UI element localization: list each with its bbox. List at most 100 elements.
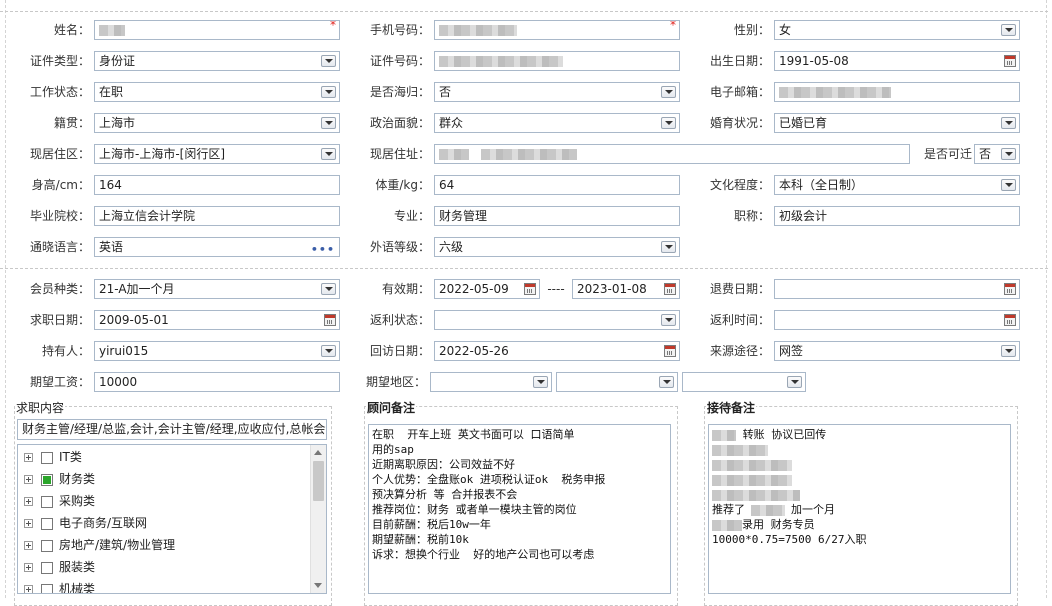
refund-date-field[interactable] [774, 279, 1020, 299]
relocate-select[interactable]: 否 [974, 144, 1020, 164]
more-options-icon[interactable]: ••• [311, 241, 335, 256]
source-select[interactable]: 网签 [774, 341, 1020, 361]
area-district-select[interactable] [682, 372, 806, 392]
checkbox-checked[interactable] [41, 473, 53, 486]
dropdown-arrow-icon[interactable] [321, 148, 336, 160]
native-place-select[interactable]: 上海市 [94, 113, 340, 133]
rebate-status-select[interactable] [434, 310, 680, 330]
dropdown-arrow-icon[interactable] [1001, 117, 1016, 129]
tree-item[interactable]: 服装类 [24, 558, 95, 576]
phone-field[interactable]: * [434, 20, 680, 40]
tree-scrollbar[interactable] [310, 445, 326, 593]
job-summary-field[interactable]: 财务主管/经理/总监,会计,会计主管/经理,应收应付,总帐会计 [17, 419, 327, 440]
calendar-icon[interactable] [324, 314, 336, 326]
name-field[interactable]: * [94, 20, 340, 40]
valid-from-field[interactable]: 2022-05-09 [434, 279, 540, 299]
salary-field[interactable]: 10000 [94, 372, 340, 392]
calendar-icon[interactable] [664, 345, 676, 357]
member-type-select[interactable]: 21-A加一个月 [94, 279, 340, 299]
calendar-icon[interactable] [664, 283, 676, 295]
political-select[interactable]: 群众 [434, 113, 680, 133]
marital-select[interactable]: 已婚已育 [774, 113, 1020, 133]
valid-period-label: 有效期： [381, 282, 430, 296]
checkbox[interactable] [41, 517, 53, 530]
gender-select[interactable]: 女 [774, 20, 1020, 40]
language-field[interactable]: 英语 ••• [94, 237, 340, 257]
dropdown-arrow-icon[interactable] [661, 241, 676, 253]
tree-item[interactable]: 机械类 [24, 580, 95, 593]
valid-to-field[interactable]: 2023-01-08 [572, 279, 680, 299]
calendar-icon[interactable] [524, 283, 536, 295]
major-field[interactable]: 财务管理 [434, 206, 680, 226]
dropdown-arrow-icon[interactable] [533, 376, 548, 388]
tree-item[interactable]: 采购类 [24, 492, 95, 510]
expand-icon[interactable] [24, 475, 33, 484]
scroll-down-icon[interactable] [314, 583, 322, 588]
work-status-select[interactable]: 在职 [94, 82, 340, 102]
dropdown-arrow-icon[interactable] [659, 376, 674, 388]
redacted-text [712, 474, 792, 486]
dropdown-arrow-icon[interactable] [321, 86, 336, 98]
tree-item[interactable]: 财务类 [24, 470, 95, 488]
holder-select[interactable]: yirui015 [94, 341, 340, 361]
dropdown-arrow-icon[interactable] [1001, 345, 1016, 357]
job-category-tree[interactable]: IT类 财务类 采购类 电子商务/互联网 房地产/建筑/物业管理 服装类 机械类 [17, 444, 327, 594]
height-field[interactable]: 164 [94, 175, 340, 195]
calendar-icon[interactable] [1004, 55, 1016, 67]
dropdown-arrow-icon[interactable] [321, 117, 336, 129]
dropdown-arrow-icon[interactable] [321, 345, 336, 357]
dropdown-arrow-icon[interactable] [661, 314, 676, 326]
dropdown-arrow-icon[interactable] [787, 376, 802, 388]
rebate-time-label: 返利时间： [709, 313, 770, 327]
tree-item[interactable]: IT类 [24, 448, 82, 466]
title-field[interactable]: 初级会计 [774, 206, 1020, 226]
gender-label: 性别： [733, 23, 770, 37]
residence-area-select[interactable]: 上海市-上海市-[闵行区] [94, 144, 340, 164]
checkbox[interactable] [41, 583, 53, 593]
expand-icon[interactable] [24, 497, 33, 506]
checkbox[interactable] [41, 539, 53, 552]
foreign-level-select[interactable]: 六级 [434, 237, 680, 257]
idtype-select[interactable]: 身份证 [94, 51, 340, 71]
dropdown-arrow-icon[interactable] [1001, 24, 1016, 36]
consultant-notes-textarea[interactable]: 在职 开车上班 英文书面可以 口语简单 用的sap 近期离职原因：公司效益不好 … [368, 424, 671, 594]
scroll-up-icon[interactable] [314, 450, 322, 455]
checkbox[interactable] [41, 495, 53, 508]
holder-label: 持有人： [41, 344, 90, 358]
expand-icon[interactable] [24, 541, 33, 550]
redacted-text [712, 519, 742, 531]
dropdown-arrow-icon[interactable] [661, 86, 676, 98]
school-field[interactable]: 上海立信会计学院 [94, 206, 340, 226]
expand-icon[interactable] [24, 563, 33, 572]
education-select[interactable]: 本科（全日制） [774, 175, 1020, 195]
expand-icon[interactable] [24, 585, 33, 593]
checkbox[interactable] [41, 561, 53, 574]
idno-field[interactable] [434, 51, 680, 71]
area-province-select[interactable] [430, 372, 552, 392]
calendar-icon[interactable] [1004, 283, 1016, 295]
dropdown-arrow-icon[interactable] [1001, 179, 1016, 191]
reception-notes-textarea[interactable]: 转账 协议已回传 推荐了 加一个月 录用 财务专员 10000*0.75=7500… [708, 424, 1011, 594]
address-field[interactable] [434, 144, 910, 164]
returnee-select[interactable]: 否 [434, 82, 680, 102]
dropdown-arrow-icon[interactable] [1001, 148, 1016, 160]
email-field[interactable] [774, 82, 1020, 102]
expand-icon[interactable] [24, 453, 33, 462]
dropdown-arrow-icon[interactable] [661, 117, 676, 129]
birth-date-field[interactable]: 1991-05-08 [774, 51, 1020, 71]
tree-item[interactable]: 房地产/建筑/物业管理 [24, 536, 175, 554]
area-city-select[interactable] [556, 372, 678, 392]
scroll-thumb[interactable] [313, 461, 324, 501]
checkbox[interactable] [41, 451, 53, 464]
dropdown-arrow-icon[interactable] [321, 55, 336, 67]
calendar-icon[interactable] [1004, 314, 1016, 326]
valid-separator: ---- [547, 282, 565, 296]
job-date-field[interactable]: 2009-05-01 [94, 310, 340, 330]
expand-icon[interactable] [24, 519, 33, 528]
tree-item[interactable]: 电子商务/互联网 [24, 514, 147, 532]
rebate-time-field[interactable] [774, 310, 1020, 330]
dropdown-arrow-icon[interactable] [321, 283, 336, 295]
visit-date-field[interactable]: 2022-05-26 [434, 341, 680, 361]
idno-label: 证件号码： [369, 54, 430, 68]
weight-field[interactable]: 64 [434, 175, 680, 195]
